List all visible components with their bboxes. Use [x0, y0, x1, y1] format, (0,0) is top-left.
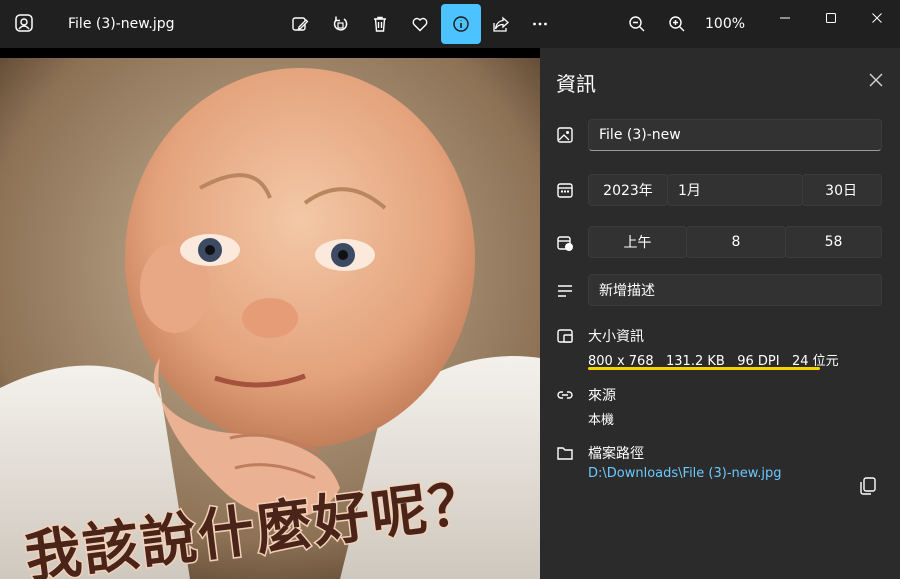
panel-title: 資訊 [556, 72, 596, 96]
info-icon [453, 16, 469, 32]
delete-button[interactable] [360, 4, 400, 44]
close-panel-button[interactable] [866, 70, 886, 90]
link-icon [556, 386, 574, 404]
info-button[interactable] [441, 4, 481, 44]
zoom-in-icon [669, 16, 685, 32]
title-bar: File (3)-new.jpg 100% [0, 0, 900, 48]
size-info-label: 大小資訊 [588, 329, 644, 345]
file-path-label: 檔案路徑 [588, 446, 644, 462]
share-button[interactable] [481, 4, 521, 44]
zoom-level[interactable]: 100% [705, 16, 745, 32]
close-icon [869, 73, 883, 87]
clock-calendar-icon [556, 234, 574, 252]
folder-icon [556, 444, 574, 462]
highlight-underline [588, 367, 820, 370]
image-file-icon [556, 126, 574, 144]
copy-icon [860, 477, 876, 495]
calendar-icon [556, 181, 574, 199]
time-minute-picker[interactable]: 58 [785, 226, 882, 258]
source-label: 來源 [588, 388, 616, 404]
minimize-icon [780, 17, 790, 19]
close-window-button[interactable] [857, 4, 897, 32]
window-title: File (3)-new.jpg [68, 16, 175, 32]
date-day-picker[interactable]: 30日 [802, 174, 882, 206]
time-hour-picker[interactable]: 8 [686, 226, 786, 258]
maximize-icon [826, 13, 836, 23]
file-path-link[interactable]: D:\Downloads\File (3)-new.jpg [588, 466, 781, 481]
photos-app-icon [14, 13, 34, 33]
time-period-picker[interactable]: 上午 [588, 226, 687, 258]
favorite-icon [412, 17, 428, 32]
file-name-field[interactable]: File (3)-new [588, 119, 882, 151]
edit-image-icon [292, 17, 309, 31]
size-info-icon [556, 327, 574, 345]
rotate-button[interactable] [320, 4, 360, 44]
copy-path-button[interactable] [858, 476, 878, 496]
rotate-icon [333, 16, 348, 31]
close-icon [872, 13, 882, 23]
zoom-out-button[interactable] [617, 4, 657, 44]
zoom-out-icon [629, 16, 645, 32]
date-year-picker[interactable]: 2023年 [588, 174, 668, 206]
delete-icon [374, 16, 386, 32]
share-icon [493, 16, 509, 32]
minimize-button[interactable] [765, 4, 805, 32]
source-value: 本機 [588, 413, 615, 428]
more-button[interactable] [520, 4, 560, 44]
more-icon [533, 22, 547, 26]
edit-image-button[interactable] [280, 4, 320, 44]
description-icon [556, 282, 574, 300]
favorite-button[interactable] [400, 4, 440, 44]
maximize-button[interactable] [811, 4, 851, 32]
info-panel: 資訊 File (3)-new 2023年 1月 30日 上午 8 58 新增描… [540, 48, 900, 579]
description-field[interactable]: 新增描述 [588, 274, 882, 306]
image-top-border [0, 48, 540, 58]
date-month-picker[interactable]: 1月 [667, 174, 803, 206]
photo-viewer[interactable]: 我該說什麼好呢？ [0, 58, 540, 579]
zoom-in-button[interactable] [657, 4, 697, 44]
